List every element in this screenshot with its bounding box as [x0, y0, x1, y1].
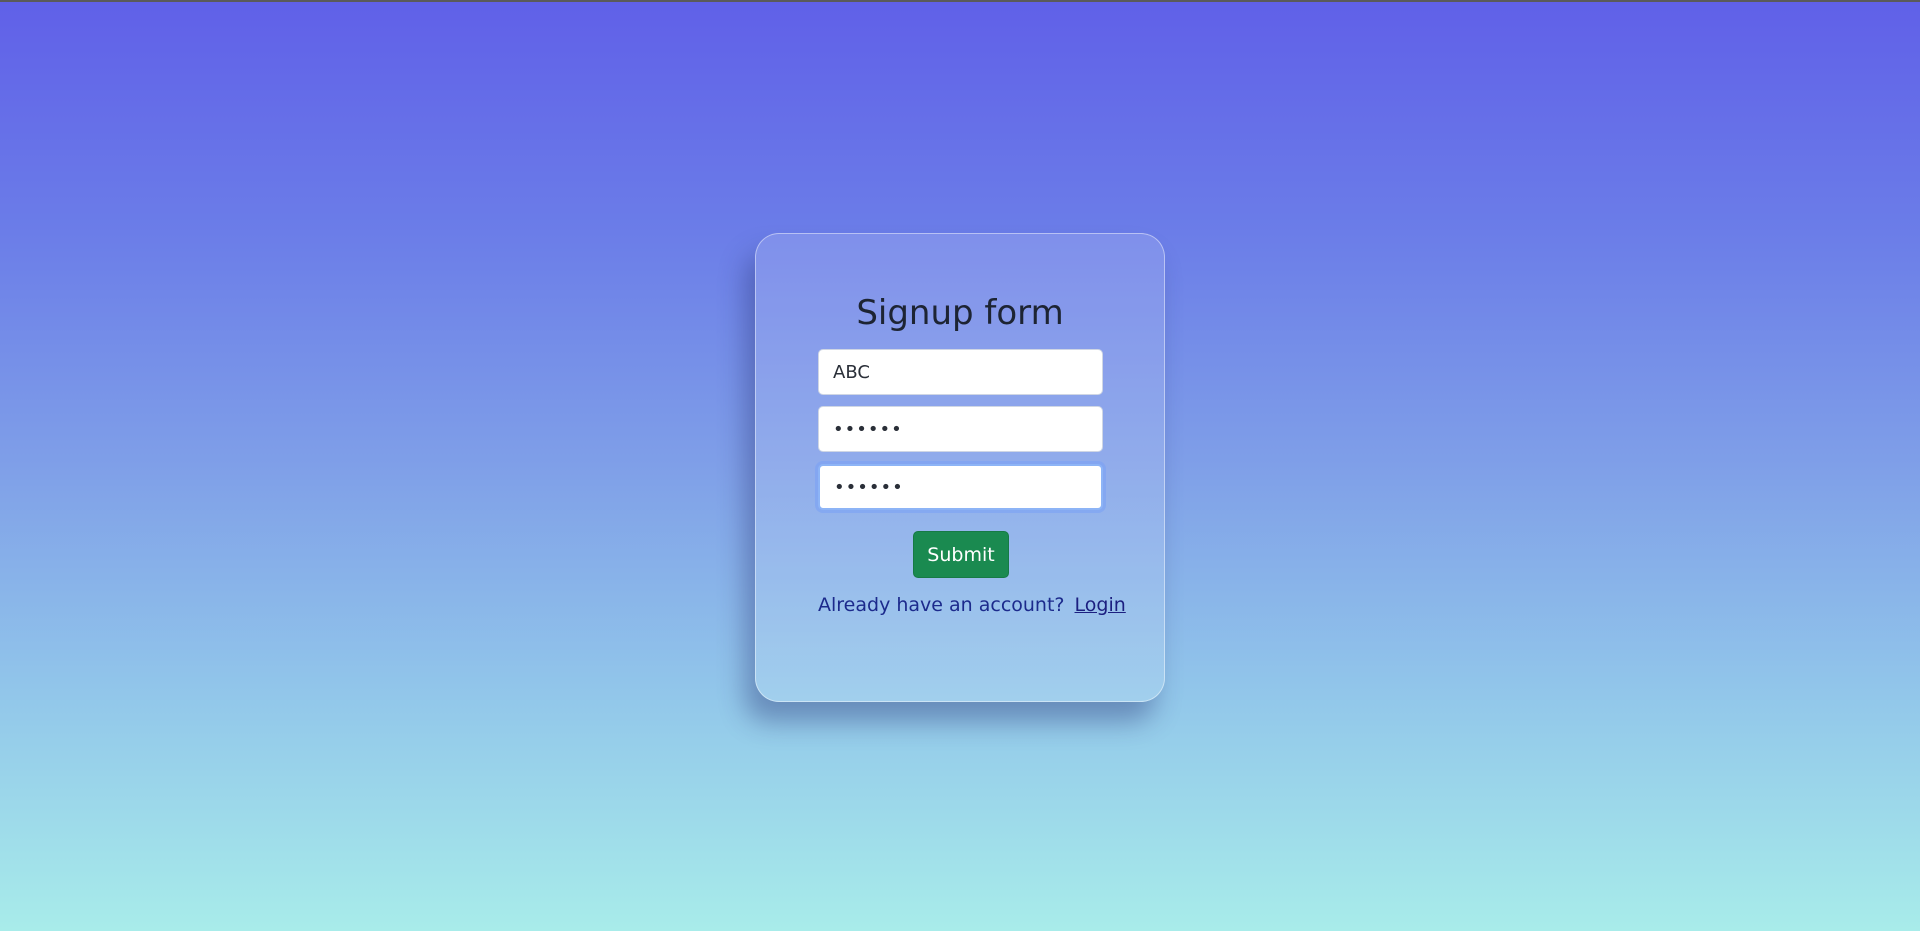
page-title: Signup form [856, 293, 1064, 333]
username-input[interactable] [818, 349, 1103, 395]
signup-card: Signup form Submit Already have an accou… [755, 233, 1165, 702]
login-link[interactable]: Login [1075, 594, 1126, 616]
login-prompt: Already have an account? Login [818, 594, 1126, 616]
submit-button[interactable]: Submit [913, 531, 1009, 578]
password-input[interactable] [818, 406, 1103, 452]
window-top-border [0, 0, 1920, 2]
confirm-password-input[interactable] [818, 464, 1103, 510]
login-prompt-text: Already have an account? [818, 594, 1065, 616]
